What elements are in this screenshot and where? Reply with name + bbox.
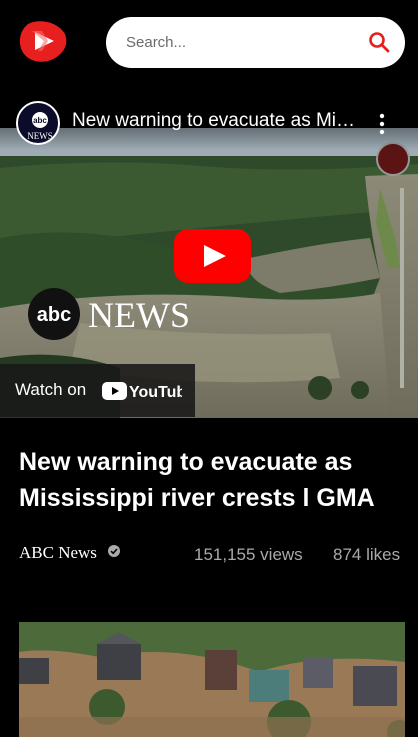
video-title[interactable]: New warning to evacuate as Mississippi r… [19,444,404,516]
search-input[interactable] [126,17,356,68]
watermark-abc: abc [37,304,71,326]
top-bar [0,0,418,86]
play-icon[interactable] [174,229,251,283]
app-logo-icon[interactable] [18,16,68,66]
verified-icon [108,545,120,557]
player-header: abc NEWS New warning to evacuate as Miss… [0,96,418,150]
like-count: 874 likes [333,545,401,564]
search-bar [106,17,405,68]
watermark-news: NEWS [88,295,190,335]
more-vertical-icon[interactable] [372,110,392,138]
svg-text:abc: abc [33,116,47,125]
video-player[interactable]: abc NEWS abc NEWS New warning to evacuat… [0,96,418,418]
youtube-wordmark: YouTube [129,384,182,401]
svg-text:NEWS: NEWS [27,131,53,141]
abc-news-watermark: abc NEWS [28,288,190,340]
search-icon[interactable] [367,30,391,54]
watch-on-label: Watch on [15,380,87,399]
watch-on-youtube-button[interactable]: Watch on YouTube [0,364,195,417]
channel-avatar[interactable]: abc NEWS [16,101,60,145]
next-video-thumbnail[interactable] [19,622,405,737]
view-count: 151,155 views [194,545,303,564]
player-video-title[interactable]: New warning to evacuate as Mississippi r… [72,110,362,132]
youtube-logo-icon: YouTube [102,382,182,401]
channel-name[interactable]: ABC News [19,543,97,563]
